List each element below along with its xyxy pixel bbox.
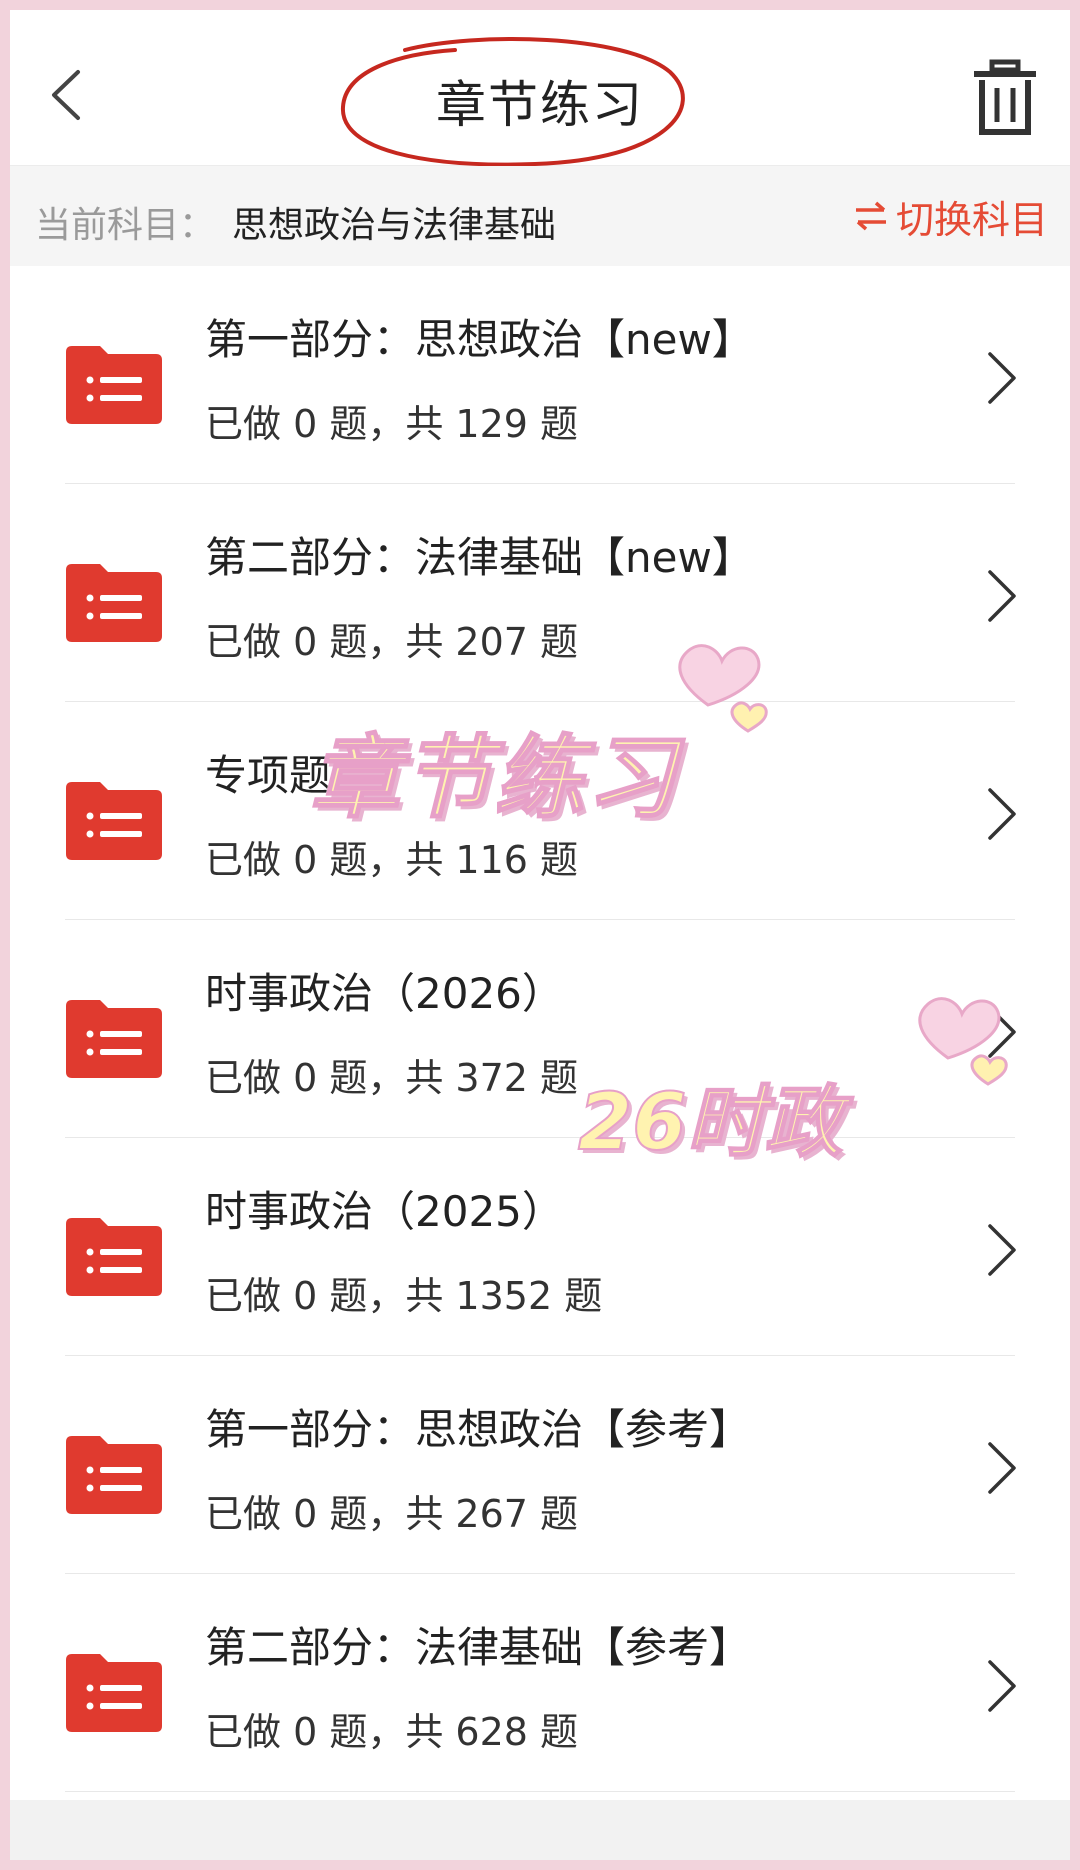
current-subject-bar: 当前科目： 思想政治与法律基础 切换科目 [10, 166, 1070, 266]
chevron-right-icon [988, 570, 1016, 622]
folder-list-icon [66, 782, 162, 860]
trash-button[interactable] [970, 58, 1040, 138]
folder-list-icon [66, 346, 162, 424]
phone-screen: 章节练习 当前科目： 思想政治与法律基础 切换科目 第一部分：思想政治【new】… [10, 10, 1070, 1860]
subject-value: 思想政治与法律基础 [232, 205, 557, 246]
swap-arrows-icon [855, 201, 886, 231]
switch-subject-label: 切换科目 [895, 197, 1048, 242]
chapter-title: 专项题 [205, 751, 332, 800]
chapter-item[interactable]: 第一部分：思想政治【new】 已做 0 题，共 129 题 [10, 266, 1070, 484]
folder-list-icon [66, 1436, 162, 1514]
folder-list-icon [66, 1654, 162, 1732]
chapter-progress: 已做 0 题，共 116 题 [205, 838, 579, 882]
chapter-title: 第二部分：法律基础【参考】 [205, 1623, 752, 1672]
bottom-area [10, 1800, 1070, 1860]
chapter-item[interactable]: 第二部分：法律基础【参考】 已做 0 题，共 628 题 [10, 1574, 1070, 1792]
chapter-progress: 已做 0 题，共 207 题 [205, 620, 579, 664]
chevron-right-icon [988, 1224, 1016, 1276]
chevron-right-icon [988, 352, 1016, 404]
chapter-title: 第一部分：思想政治【new】 [205, 315, 754, 364]
chapter-progress: 已做 0 题，共 129 题 [205, 402, 579, 446]
folder-list-icon [66, 1218, 162, 1296]
chapter-list: 第一部分：思想政治【new】 已做 0 题，共 129 题 第二部分：法律基础【… [10, 266, 1070, 1792]
subject-label: 当前科目： [35, 205, 216, 246]
chapter-item[interactable]: 第二部分：法律基础【new】 已做 0 题，共 207 题 [10, 484, 1070, 702]
chapter-progress: 已做 0 题，共 1352 题 [205, 1274, 603, 1318]
chapter-progress: 已做 0 题，共 628 题 [205, 1710, 579, 1754]
chapter-item[interactable]: 时事政治（2026） 已做 0 题，共 372 题 [10, 920, 1070, 1138]
chevron-right-icon [988, 1006, 1016, 1058]
chevron-right-icon [988, 1442, 1016, 1494]
chapter-item[interactable]: 时事政治（2025） 已做 0 题，共 1352 题 [10, 1138, 1070, 1356]
chevron-right-icon [988, 788, 1016, 840]
divider [65, 1791, 1015, 1792]
chapter-title: 时事政治（2025） [205, 1187, 564, 1236]
chapter-progress: 已做 0 题，共 267 题 [205, 1492, 579, 1536]
page-title: 章节练习 [436, 76, 644, 134]
trash-icon [974, 59, 1036, 135]
app-header: 章节练习 [10, 10, 1070, 167]
chevron-right-icon [988, 1660, 1016, 1712]
chapter-progress: 已做 0 题，共 372 题 [205, 1056, 579, 1100]
chapter-title: 第一部分：思想政治【参考】 [205, 1405, 752, 1454]
chapter-item[interactable]: 第一部分：思想政治【参考】 已做 0 题，共 267 题 [10, 1356, 1070, 1574]
chapter-title: 时事政治（2026） [205, 969, 564, 1018]
folder-list-icon [66, 564, 162, 642]
chapter-title: 第二部分：法律基础【new】 [205, 533, 754, 582]
chapter-item[interactable]: 专项题 已做 0 题，共 116 题 [10, 702, 1070, 920]
switch-subject-button[interactable]: 切换科目 [854, 192, 1048, 242]
folder-list-icon [66, 1000, 162, 1078]
